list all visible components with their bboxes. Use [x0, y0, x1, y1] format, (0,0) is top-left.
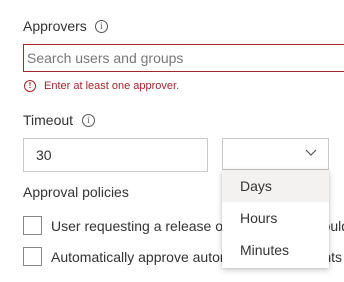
- approvers-error-message: Enter at least one approver.: [44, 80, 180, 92]
- timeout-label: Timeout: [23, 112, 74, 128]
- unit-option-hours[interactable]: Hours: [222, 202, 329, 234]
- info-icon[interactable]: i: [95, 20, 108, 33]
- approvers-label: Approvers: [23, 18, 87, 34]
- error-circle-icon: !: [24, 80, 36, 92]
- approval-policies-label: Approval policies: [23, 184, 129, 200]
- approvers-search-input[interactable]: [24, 45, 344, 71]
- timeout-unit-dropdown: Days Hours Minutes: [222, 170, 329, 268]
- timeout-value-input[interactable]: [24, 139, 207, 171]
- chevron-down-icon: [305, 149, 317, 156]
- info-icon[interactable]: i: [82, 114, 95, 127]
- approvers-search-field[interactable]: [23, 44, 344, 72]
- timeout-value-field[interactable]: [23, 138, 208, 172]
- unit-option-days[interactable]: Days: [222, 170, 329, 202]
- timeout-unit-select[interactable]: [222, 138, 329, 170]
- policy-checkbox-self-approve[interactable]: [23, 216, 42, 235]
- unit-option-minutes[interactable]: Minutes: [222, 234, 329, 266]
- policy-checkbox-auto-approve[interactable]: [23, 247, 42, 266]
